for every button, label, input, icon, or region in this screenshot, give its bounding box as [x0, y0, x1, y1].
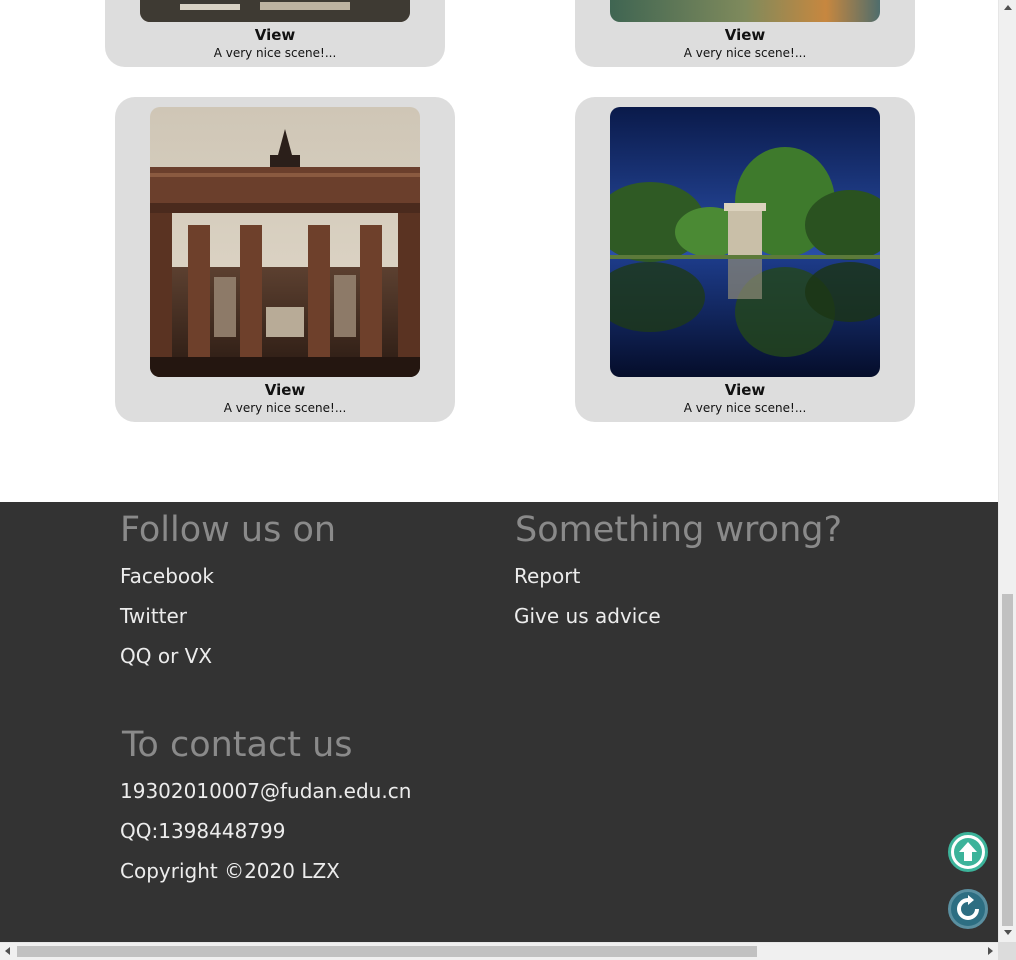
copyright-text: Copyright ©2020 LZX [120, 859, 340, 883]
scroll-down-arrow-icon[interactable] [1004, 930, 1012, 935]
card-image[interactable] [610, 107, 880, 377]
gallery-card: View A very nice scene!... [115, 97, 455, 422]
card-image[interactable] [140, 0, 410, 22]
refresh-icon [957, 895, 979, 920]
contact-heading: To contact us [122, 725, 353, 765]
card-description: A very nice scene!... [683, 401, 807, 415]
gallery-card: View A very nice scene!... [105, 0, 445, 67]
qq-vx-link[interactable]: QQ or VX [120, 644, 212, 668]
vertical-scroll-thumb[interactable] [1002, 594, 1013, 926]
card-description: A very nice scene!... [213, 46, 337, 60]
gallery-card: View A very nice scene!... [575, 97, 915, 422]
facebook-link[interactable]: Facebook [120, 564, 214, 588]
card-view-link[interactable]: View [575, 26, 915, 44]
card-image[interactable] [610, 0, 880, 22]
card-description: A very nice scene!... [683, 46, 807, 60]
back-to-top-button[interactable] [948, 832, 988, 872]
something-wrong-heading: Something wrong? [515, 510, 843, 550]
card-view-link[interactable]: View [575, 381, 915, 399]
qq-number: QQ:1398448799 [120, 819, 286, 843]
email-link[interactable]: 19302010007@fudan.edu.cn [120, 779, 411, 803]
scroll-up-arrow-icon[interactable] [1004, 5, 1012, 10]
horizontal-scroll-thumb[interactable] [17, 946, 757, 957]
card-view-link[interactable]: View [105, 26, 445, 44]
card-view-link[interactable]: View [115, 381, 455, 399]
card-description: A very nice scene!... [223, 401, 347, 415]
vertical-scrollbar[interactable] [998, 0, 1016, 942]
scroll-right-arrow-icon[interactable] [988, 947, 993, 955]
refresh-button[interactable] [948, 889, 988, 929]
scrollbar-corner [998, 942, 1016, 960]
horizontal-scrollbar[interactable] [0, 942, 998, 960]
follow-heading: Follow us on [120, 510, 337, 550]
gallery-card: View A very nice scene!... [575, 0, 915, 67]
report-link[interactable]: Report [514, 564, 580, 588]
twitter-link[interactable]: Twitter [120, 604, 187, 628]
arrow-up-icon [954, 838, 982, 866]
site-footer: Follow us on Facebook Twitter QQ or VX S… [0, 502, 998, 942]
scroll-left-arrow-icon[interactable] [5, 947, 10, 955]
card-image[interactable] [150, 107, 420, 377]
advice-link[interactable]: Give us advice [514, 604, 661, 628]
